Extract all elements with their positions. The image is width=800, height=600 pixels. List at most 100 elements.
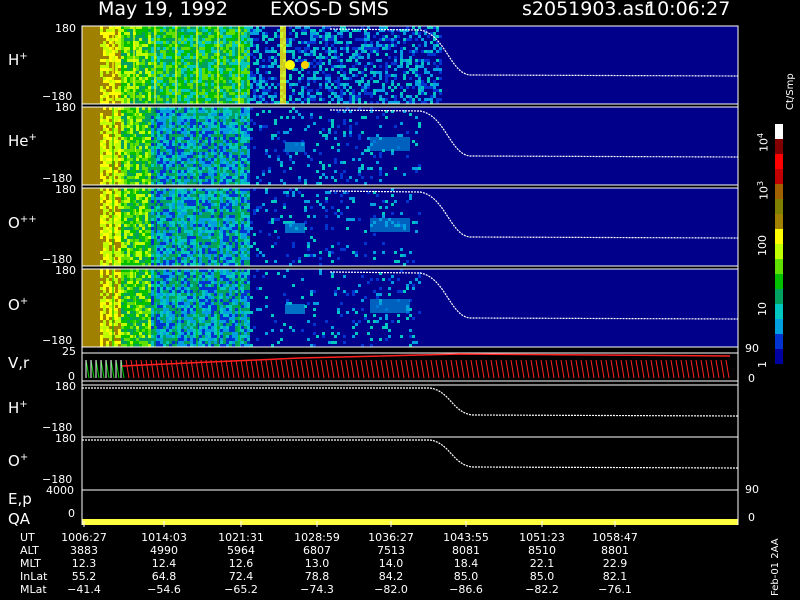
tick-h-top: 180	[55, 22, 76, 35]
colorbar-swatch	[775, 349, 783, 364]
colorbar-swatch	[775, 319, 783, 334]
ephemeris-cell: 18.4	[453, 557, 479, 570]
ephemeris-column: 1014:03 4990 12.4 64.8 −54.6	[129, 531, 199, 596]
ephemeris-cell: 1051:23	[519, 531, 565, 544]
colorbar-label-1e3: 103	[756, 180, 771, 200]
trace-line	[82, 387, 739, 417]
tick-vr-top: 25	[62, 345, 76, 358]
label-h-plus-line: H+	[8, 399, 28, 417]
tick-op-top: 180	[55, 264, 76, 277]
ephemeris-cell: −74.3	[300, 583, 334, 596]
ephemeris-cell: 12.4	[151, 557, 177, 570]
ephemeris-column: 1006:27 3883 12.3 55.2 −41.4	[49, 531, 119, 596]
label-o-plus: O+	[8, 296, 29, 314]
tick-vr-right-top: 90	[745, 342, 759, 355]
ephemeris-cell: 4990	[150, 544, 178, 557]
ephemeris-cell: 13.0	[304, 557, 330, 570]
ephemeris-cell: 78.8	[304, 570, 330, 583]
ephemeris-column: 1058:47 8801 22.9 82.1 −76.1	[580, 531, 650, 596]
row-label-ut: UT	[20, 531, 35, 544]
plot-canvas	[81, 25, 783, 527]
ephemeris-column: 1043:55 8081 18.4 85.0 −86.6	[431, 531, 501, 596]
row-label-alt: ALT	[20, 544, 39, 557]
ephemeris-cell: 72.4	[228, 570, 254, 583]
ephemeris-cell: −65.2	[224, 583, 258, 596]
colorbar-swatch	[775, 184, 783, 199]
ephemeris-cell: 1006:27	[61, 531, 107, 544]
label-vr: V,r	[8, 354, 30, 372]
ephemeris-cell: −86.6	[449, 583, 483, 596]
ephemeris-cell: 82.1	[602, 570, 628, 583]
ephemeris-cell: 22.9	[602, 557, 628, 570]
tick-qa-right: 0	[748, 511, 755, 524]
row-label-mlat: MLat	[20, 583, 47, 596]
colorbar-unit-label: Ct/Smp	[785, 73, 796, 110]
ephemeris-cell: 3883	[70, 544, 98, 557]
tick-ep-left: 4000	[46, 484, 74, 497]
ephemeris-cell: −82.2	[525, 583, 559, 596]
row-label-mlt: MLT	[20, 557, 41, 570]
label-he-plus: He+	[8, 132, 37, 150]
ephemeris-column: 1051:23 8510 22.1 85.0 −82.2	[507, 531, 577, 596]
title-date: May 19, 1992	[98, 0, 228, 20]
label-o-plus-line: O+	[8, 452, 29, 470]
colorbar-label-1e4: 104	[756, 132, 771, 152]
ephemeris-column: 1028:59 6807 13.0 78.8 −74.3	[282, 531, 352, 596]
colorbar-swatch	[775, 154, 783, 169]
label-qa: QA	[8, 510, 31, 528]
ephemeris-cell: 22.1	[529, 557, 555, 570]
ephemeris-cell: −54.6	[147, 583, 181, 596]
colorbar-swatch	[775, 139, 783, 154]
title-time: 10:06:27	[645, 0, 731, 20]
ephemeris-cell: 1021:31	[218, 531, 264, 544]
ephemeris-cell: 5964	[227, 544, 255, 557]
colorbar-swatch	[775, 124, 783, 139]
colorbar-swatch	[775, 274, 783, 289]
tick-oline-top: 180	[55, 432, 76, 445]
ephemeris-cell: 1028:59	[294, 531, 340, 544]
colorbar-label-10: 10	[756, 302, 769, 316]
label-ep: E,p	[8, 490, 32, 508]
label-o-plus-plus: O++	[8, 214, 37, 232]
ephemeris-cell: 12.3	[71, 557, 97, 570]
title-file: s2051903.asr	[522, 0, 652, 20]
title-instrument: EXOS-D SMS	[270, 0, 389, 20]
ephemeris-cell: 1014:03	[141, 531, 187, 544]
ephemeris-cell: 85.0	[453, 570, 479, 583]
ephemeris-cell: 7513	[377, 544, 405, 557]
colorbar-swatch	[775, 244, 783, 259]
ephemeris-cell: −76.1	[598, 583, 632, 596]
colorbar-swatch	[775, 214, 783, 229]
ephemeris-cell: 14.0	[378, 557, 404, 570]
ephemeris-cell: 12.6	[228, 557, 254, 570]
row-label-inlat: InLat	[20, 570, 48, 583]
colorbar-swatch	[775, 229, 783, 244]
footer-date: Feb-01 2AA	[770, 538, 781, 596]
colorbar-swatch	[775, 259, 783, 274]
colorbar-swatch	[775, 289, 783, 304]
trace-line	[82, 439, 739, 469]
ephemeris-cell: 55.2	[71, 570, 97, 583]
ephemeris-cell: 64.8	[151, 570, 177, 583]
ephemeris-cell: 6807	[303, 544, 331, 557]
colorbar-swatch	[775, 304, 783, 319]
ephemeris-cell: 85.0	[529, 570, 555, 583]
ephemeris-cell: −41.4	[67, 583, 101, 596]
ephemeris-column: 1021:31 5964 12.6 72.4 −65.2	[206, 531, 276, 596]
qa-bar	[82, 519, 738, 525]
tick-ep-right: 90	[745, 483, 759, 496]
label-h-plus: H+	[8, 51, 28, 69]
ephemeris-cell: 8801	[601, 544, 629, 557]
tick-hline-top: 180	[55, 380, 76, 393]
exos-d-sms-plot: May 19, 1992 EXOS-D SMS s2051903.asr 10:…	[0, 0, 800, 600]
spectrogram-cells	[82, 26, 442, 104]
vr-panel-frame	[81, 352, 739, 382]
colorbar-swatch	[775, 169, 783, 184]
ephemeris-column: 1036:27 7513 14.0 84.2 −82.0	[356, 531, 426, 596]
ephemeris-cell: 1058:47	[592, 531, 638, 544]
colorbar-label-1: 1	[756, 361, 769, 368]
tick-qa-left: 0	[68, 507, 75, 520]
ephemeris-cell: 1036:27	[368, 531, 414, 544]
colorbar-label-100: 100	[756, 235, 769, 256]
tick-opp-top: 180	[55, 183, 76, 196]
